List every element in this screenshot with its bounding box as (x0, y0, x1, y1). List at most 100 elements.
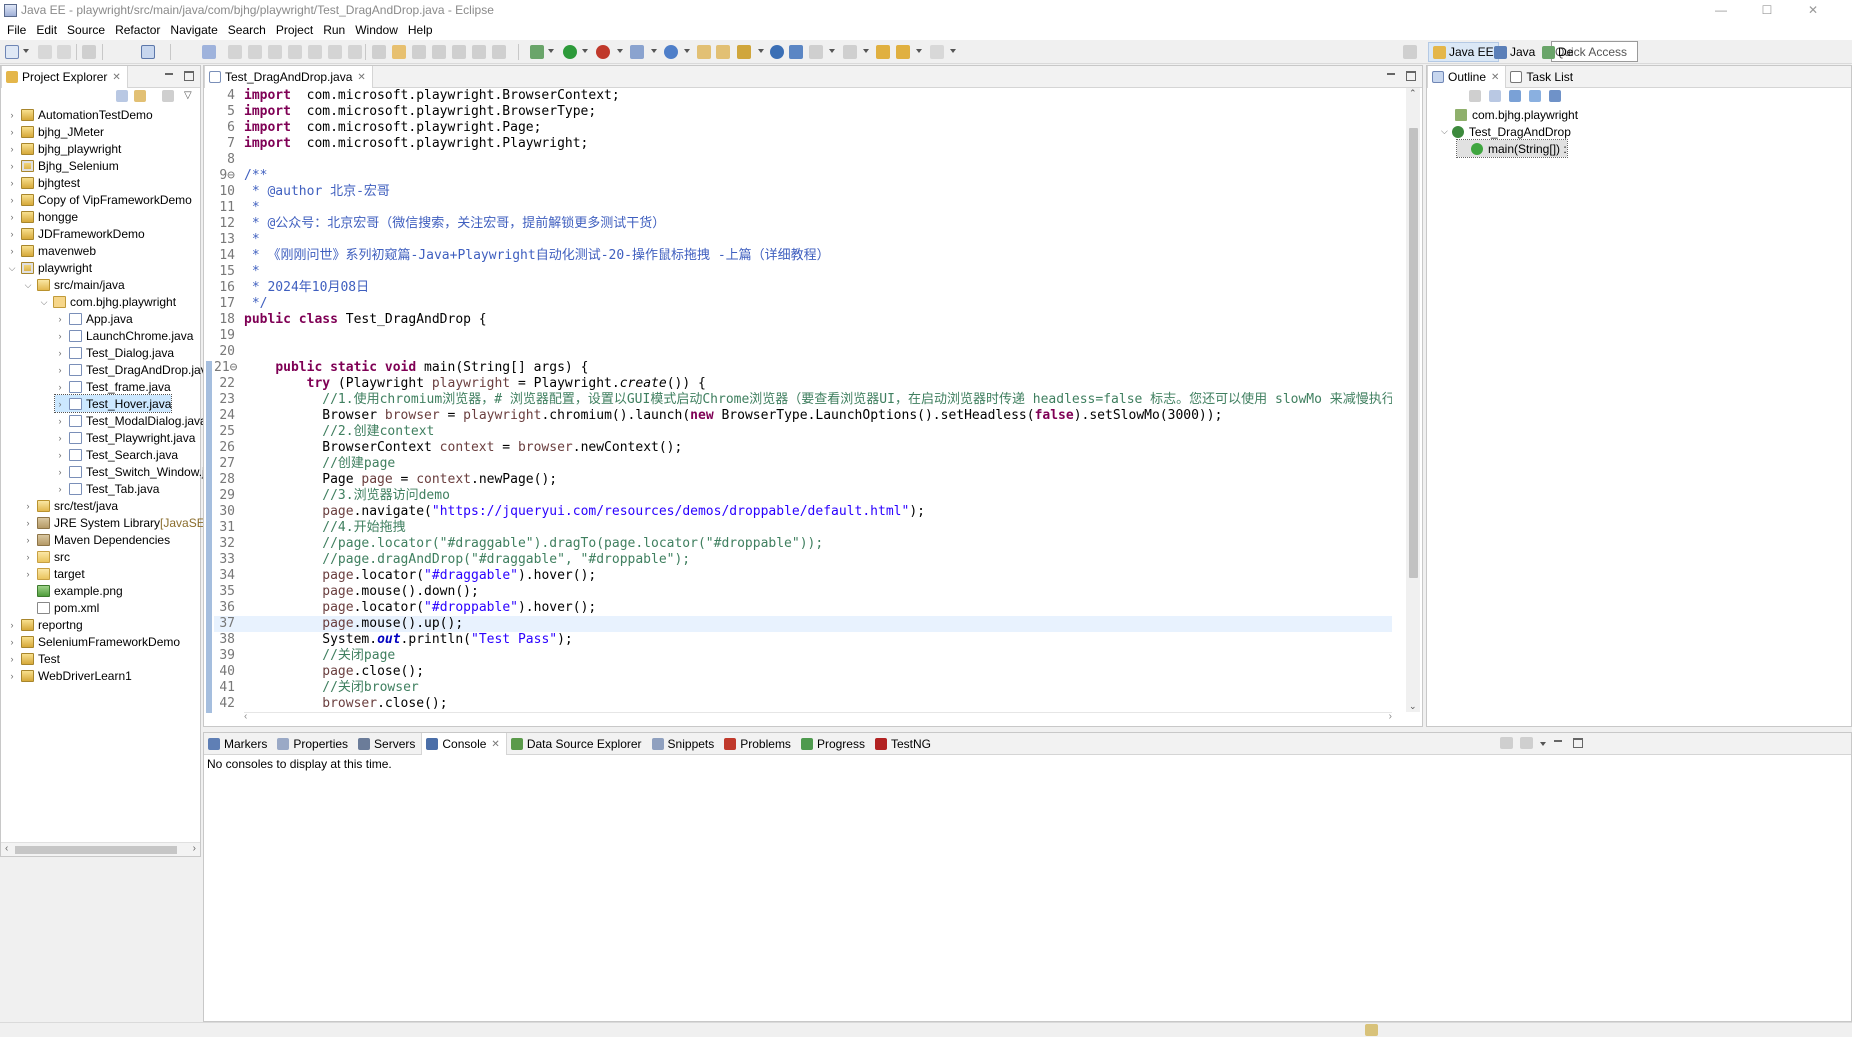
perspective-java[interactable]: Java (1490, 42, 1539, 62)
open-task-icon[interactable] (716, 45, 730, 59)
perspective-debug[interactable]: De (1538, 42, 1577, 62)
new-dropdown-icon[interactable] (23, 49, 29, 53)
chevron-right-icon[interactable]: › (23, 552, 33, 562)
perspective-dropdown-icon[interactable] (829, 49, 835, 53)
tree-item[interactable]: › Test_Playwright.java (55, 429, 196, 446)
minimize-icon[interactable] (1552, 737, 1564, 749)
menu-navigate[interactable]: Navigate (165, 23, 222, 37)
chevron-right-icon[interactable]: › (7, 178, 17, 188)
chevron-right-icon[interactable]: › (7, 620, 17, 630)
chevron-right-icon[interactable]: › (7, 110, 17, 120)
web-services-icon[interactable] (789, 45, 803, 59)
chevron-down-icon[interactable]: ⌵ (7, 263, 17, 273)
chevron-right-icon[interactable]: › (55, 416, 65, 426)
next-edit-dropdown-icon[interactable] (863, 49, 869, 53)
tree-item[interactable]: › src (23, 548, 71, 565)
resume-icon[interactable] (228, 45, 242, 59)
show-whitespace-icon[interactable] (492, 45, 506, 59)
terminate-icon[interactable] (268, 45, 282, 59)
link-with-editor-icon[interactable] (134, 90, 146, 102)
maximize-icon[interactable] (1572, 737, 1584, 749)
tab-markers[interactable]: Markers (204, 733, 273, 755)
minimize-icon[interactable] (163, 70, 175, 82)
tab-test-draganddrop[interactable]: Test_DragAndDrop.java ✕ (204, 66, 373, 88)
tree-item[interactable]: › target (23, 565, 85, 582)
terminal-icon[interactable] (141, 45, 155, 59)
tree-item[interactable]: › WebDriverLearn1 (7, 667, 132, 684)
tree-item[interactable]: › Test (7, 650, 61, 667)
save-all-icon[interactable] (57, 45, 71, 59)
chevron-right-icon[interactable]: › (55, 450, 65, 460)
maximize-window-button[interactable]: ☐ (1744, 0, 1790, 20)
chevron-right-icon[interactable]: › (55, 365, 65, 375)
open-perspective-icon[interactable] (1403, 45, 1417, 59)
new-server-icon[interactable] (630, 45, 644, 59)
new-class-icon[interactable] (664, 45, 678, 59)
tree-item[interactable]: › bjhg_JMeter (7, 123, 105, 140)
chevron-right-icon[interactable]: › (7, 229, 17, 239)
forward-icon[interactable] (930, 45, 944, 59)
suspend-icon[interactable] (248, 45, 262, 59)
chevron-right-icon[interactable]: › (7, 144, 17, 154)
display-console-icon[interactable] (1520, 737, 1533, 749)
tab-problems[interactable]: Problems (720, 733, 797, 755)
console-dropdown-icon[interactable] (1540, 742, 1546, 746)
tree-item[interactable]: › SeleniumFrameworkDemo (7, 633, 181, 650)
chevron-right-icon[interactable]: › (7, 246, 17, 256)
code-area[interactable]: 4 import com.microsoft.playwright.Browser… (214, 88, 1392, 712)
tab-testng[interactable]: TestNG (871, 733, 937, 755)
maximize-icon[interactable] (183, 70, 195, 82)
chevron-right-icon[interactable]: › (55, 314, 65, 324)
chevron-right-icon[interactable]: › (55, 399, 65, 409)
close-icon[interactable]: ✕ (491, 739, 499, 750)
print-icon[interactable] (82, 45, 96, 59)
format-icon[interactable] (452, 45, 466, 59)
outline-item[interactable]: ⌵ Test_DragAndDrop (1441, 123, 1571, 140)
chevron-right-icon[interactable]: › (23, 569, 33, 579)
outline-item[interactable]: main(String[]) : (1456, 139, 1568, 158)
open-type-icon[interactable] (697, 45, 711, 59)
horizontal-scrollbar[interactable]: ‹ › (244, 711, 1392, 726)
back-dropdown-icon[interactable] (916, 49, 922, 53)
block-icon[interactable] (472, 45, 486, 59)
toggle-mark-icon[interactable] (372, 45, 386, 59)
pin-icon[interactable] (202, 45, 216, 59)
tree-item[interactable]: › Test_Switch_Window.java (55, 463, 225, 480)
close-icon[interactable]: ✕ (1491, 72, 1499, 83)
menu-run[interactable]: Run (318, 23, 350, 37)
tree-item[interactable]: › bjhgtest (7, 174, 81, 191)
tab-servers[interactable]: Servers (354, 733, 421, 755)
search-icon[interactable] (737, 45, 751, 59)
tree-item[interactable]: › hongge (7, 208, 79, 225)
hide-non-public-icon[interactable] (1549, 90, 1561, 102)
tab-outline[interactable]: Outline ✕ (1427, 66, 1507, 88)
save-icon[interactable] (38, 45, 52, 59)
tab-task-list[interactable]: Task List (1506, 66, 1579, 88)
sort-icon[interactable] (1509, 90, 1521, 102)
tree-item[interactable]: › Test_ModalDialog.java (55, 412, 207, 429)
tree-item[interactable]: pom.xml (23, 599, 99, 616)
view-menu-icon[interactable]: ▽ (184, 90, 192, 101)
tree-item[interactable]: › Bjhg_Selenium (7, 157, 119, 174)
tab-properties[interactable]: Properties (273, 733, 354, 755)
menu-window[interactable]: Window (350, 23, 403, 37)
chevron-right-icon[interactable]: › (7, 161, 17, 171)
debug-icon[interactable] (530, 45, 544, 59)
minimize-window-button[interactable]: — (1698, 0, 1744, 20)
chevron-down-icon[interactable]: ⌵ (23, 280, 33, 290)
tree-item[interactable]: › App.java (55, 310, 133, 327)
tree-item[interactable]: › Test_Search.java (55, 446, 179, 463)
menu-file[interactable]: File (2, 23, 31, 37)
tree-item[interactable]: ⌵ src/main/java (23, 276, 125, 293)
tree-item[interactable]: › Test_DragAndDrop.java (55, 361, 214, 378)
chevron-right-icon[interactable]: › (7, 654, 17, 664)
web-browser-icon[interactable] (770, 45, 784, 59)
menu-edit[interactable]: Edit (31, 23, 62, 37)
edit-icon[interactable] (432, 45, 446, 59)
tree-item[interactable]: › Maven Dependencies (23, 531, 171, 548)
tree-item[interactable]: › reportng (7, 616, 83, 633)
run-dropdown-icon[interactable] (582, 49, 588, 53)
tree-item[interactable]: › LaunchChrome.java (55, 327, 194, 344)
collapse-all-icon[interactable] (1489, 90, 1501, 102)
outline-item[interactable]: com.bjhg.playwright (1441, 106, 1578, 123)
